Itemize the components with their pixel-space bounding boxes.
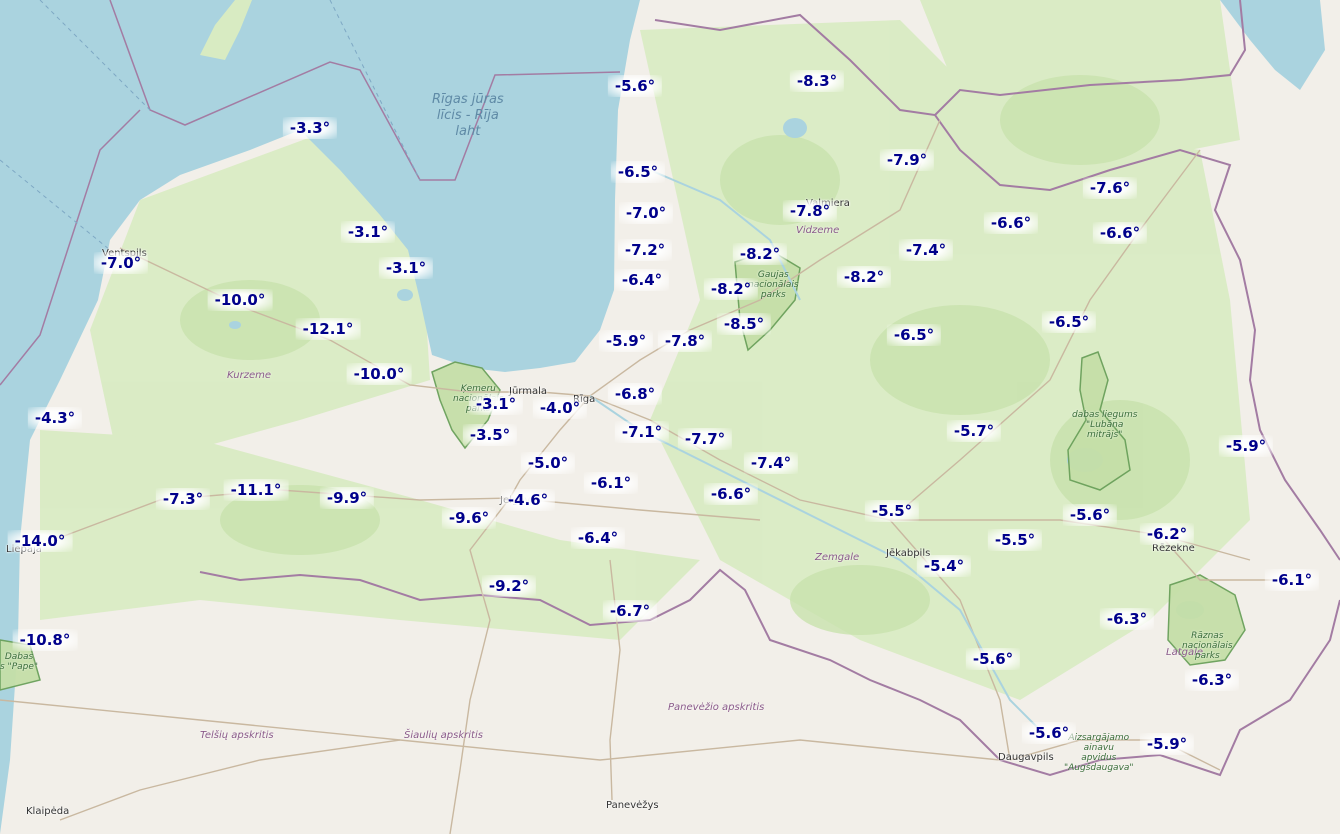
temperature-label[interactable]: -5.6° (965, 648, 1021, 670)
temperature-label[interactable]: -8.2° (836, 266, 892, 288)
temperature-label[interactable]: -7.6° (1082, 177, 1138, 199)
temperature-label[interactable]: -12.1° (295, 318, 361, 340)
temperature-label[interactable]: -4.3° (27, 407, 83, 429)
temperature-label[interactable]: -7.0° (93, 252, 149, 274)
temperature-label[interactable]: -7.3° (155, 488, 211, 510)
temperature-label[interactable]: -6.4° (570, 527, 626, 549)
temperature-label[interactable]: -6.1° (1264, 569, 1320, 591)
temperature-label[interactable]: -9.9° (319, 487, 375, 509)
temperature-label[interactable]: -6.4° (614, 269, 670, 291)
temperature-label[interactable]: -7.0° (618, 202, 674, 224)
temperature-label[interactable]: -6.1° (583, 472, 639, 494)
temperature-label[interactable]: -6.8° (607, 383, 663, 405)
temperature-label[interactable]: -5.5° (987, 529, 1043, 551)
temperature-label[interactable]: -7.8° (657, 330, 713, 352)
temperature-label[interactable]: -5.0° (520, 452, 576, 474)
temperature-label[interactable]: -3.3° (282, 117, 338, 139)
temperature-label[interactable]: -7.8° (782, 200, 838, 222)
temperature-label[interactable]: -6.3° (1184, 669, 1240, 691)
temperature-label[interactable]: -3.1° (378, 257, 434, 279)
temperature-label[interactable]: -10.0° (207, 289, 273, 311)
temperature-label[interactable]: -8.2° (732, 243, 788, 265)
temperature-label[interactable]: -7.9° (879, 149, 935, 171)
temperature-label[interactable]: -4.6° (500, 489, 556, 511)
temperature-label[interactable]: -4.0° (532, 397, 588, 419)
temperature-label[interactable]: -5.9° (598, 330, 654, 352)
temperature-label[interactable]: -7.1° (614, 421, 670, 443)
temperature-label[interactable]: -8.3° (789, 70, 845, 92)
temperature-label[interactable]: -11.1° (223, 479, 289, 501)
temperature-label[interactable]: -9.2° (481, 575, 537, 597)
temperature-label[interactable]: -5.6° (607, 75, 663, 97)
temperature-label[interactable]: -7.2° (617, 239, 673, 261)
temperature-label[interactable]: -6.6° (983, 212, 1039, 234)
temperature-label[interactable]: -6.7° (602, 600, 658, 622)
temperature-label[interactable]: -5.6° (1021, 722, 1077, 744)
temperature-label[interactable]: -5.9° (1139, 733, 1195, 755)
temperature-label[interactable]: -3.1° (340, 221, 396, 243)
temperature-label[interactable]: -10.8° (12, 629, 78, 651)
temperature-label[interactable]: -7.4° (898, 239, 954, 261)
temperature-label[interactable]: -6.5° (886, 324, 942, 346)
temperature-label[interactable]: -5.7° (946, 420, 1002, 442)
temperature-label[interactable]: -8.2° (703, 278, 759, 300)
temperature-label[interactable]: -6.2° (1139, 523, 1195, 545)
temperature-label[interactable]: -6.5° (1041, 311, 1097, 333)
temperature-label[interactable]: -14.0° (7, 530, 73, 552)
temperature-label[interactable]: -5.4° (916, 555, 972, 577)
temperature-label[interactable]: -3.1° (468, 393, 524, 415)
temperature-label[interactable]: -7.7° (677, 428, 733, 450)
temperature-label[interactable]: -7.4° (743, 452, 799, 474)
temperature-label[interactable]: -8.5° (716, 313, 772, 335)
temperature-label[interactable]: -6.3° (1099, 608, 1155, 630)
map-canvas[interactable] (0, 0, 1340, 834)
temperature-label[interactable]: -10.0° (346, 363, 412, 385)
temperature-label[interactable]: -6.6° (1092, 222, 1148, 244)
temperature-label[interactable]: -5.9° (1218, 435, 1274, 457)
temperature-label[interactable]: -3.5° (462, 424, 518, 446)
temperature-label[interactable]: -5.6° (1062, 504, 1118, 526)
sea-label: Rīgas jūras līcis - Rīja laht (432, 92, 504, 139)
temperature-label[interactable]: -5.5° (864, 500, 920, 522)
temperature-label[interactable]: -9.6° (441, 507, 497, 529)
temperature-label[interactable]: -6.6° (703, 483, 759, 505)
temperature-label[interactable]: -6.5° (610, 161, 666, 183)
